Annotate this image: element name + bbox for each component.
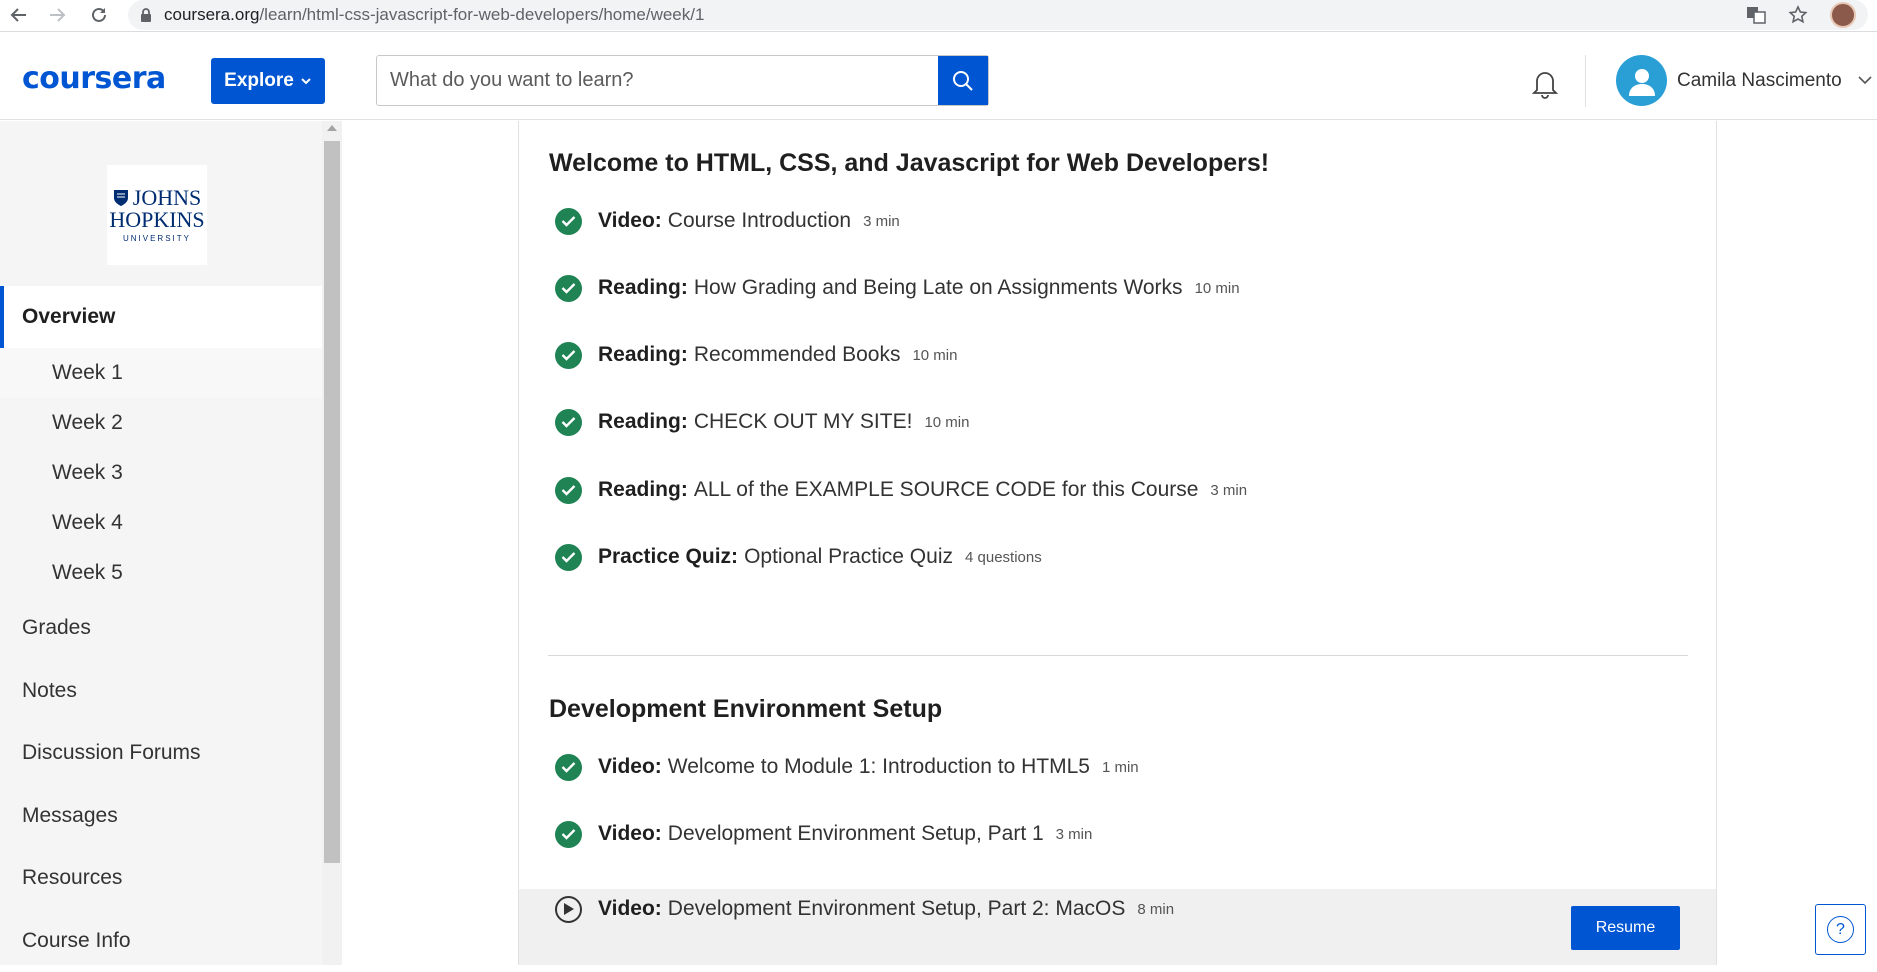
sidebar-item-week-2[interactable]: Week 2 (0, 398, 322, 448)
lesson-duration: 3 min (1055, 825, 1093, 843)
lesson-name: ALL of the EXAMPLE SOURCE CODE for this … (693, 478, 1199, 501)
address-bar[interactable]: coursera.org/learn/html-css-javascript-f… (128, 0, 1868, 30)
help-button[interactable]: ? (1815, 904, 1866, 955)
reload-icon[interactable] (82, 0, 116, 30)
browser-toolbar: coursera.org/learn/html-css-javascript-f… (0, 0, 1877, 32)
lesson-type: Video: (598, 822, 662, 845)
play-icon (555, 895, 582, 923)
lesson-item[interactable]: Reading: Recommended Books 10 min (555, 335, 957, 375)
lesson-type: Reading: (598, 478, 688, 501)
lock-icon (141, 8, 151, 22)
search-input[interactable] (377, 56, 938, 105)
jhu-line3: UNIVERSITY (122, 234, 191, 243)
lesson-type: Reading: (598, 343, 688, 366)
lesson-item-current[interactable]: Video: Development Environment Setup, Pa… (555, 889, 1174, 929)
coursera-logo[interactable]: coursera (22, 61, 166, 96)
lesson-item[interactable]: Reading: ALL of the EXAMPLE SOURCE CODE … (555, 470, 1247, 510)
lesson-name: Course Introduction (667, 209, 852, 232)
forward-arrow-icon[interactable] (40, 0, 74, 30)
header-divider (1585, 55, 1586, 107)
user-avatar (1616, 55, 1667, 106)
lesson-type: Video: (598, 209, 662, 232)
browser-profile-avatar[interactable] (1830, 2, 1856, 28)
lesson-item[interactable]: Video: Welcome to Module 1: Introduction… (555, 747, 1139, 787)
lesson-item[interactable]: Practice Quiz: Optional Practice Quiz 4 … (555, 537, 1042, 577)
lesson-item[interactable]: Reading: How Grading and Being Late on A… (555, 268, 1240, 308)
lesson-name: Optional Practice Quiz (744, 545, 953, 568)
lesson-type: Reading: (598, 276, 688, 299)
sidebar-item-messages[interactable]: Messages (0, 785, 322, 847)
lesson-name: CHECK OUT MY SITE! (693, 410, 913, 433)
sidebar-item-overview[interactable]: Overview (0, 286, 322, 348)
sidebar-item-week-1[interactable]: Week 1 (0, 348, 322, 398)
lesson-item[interactable]: Video: Course Introduction 3 min (555, 201, 900, 241)
completed-check-icon (555, 543, 582, 571)
search-button[interactable] (938, 56, 988, 105)
lesson-duration: 4 questions (965, 548, 1042, 566)
lesson-duration: 10 min (912, 346, 958, 364)
lesson-duration: 1 min (1101, 758, 1139, 776)
completed-check-icon (555, 820, 582, 848)
jhu-line1: JOHNS (132, 185, 202, 210)
chevron-down-icon (301, 78, 311, 85)
completed-check-icon (555, 753, 582, 781)
sidebar-item-week-3[interactable]: Week 3 (0, 448, 322, 498)
search-icon (953, 70, 973, 91)
resume-button[interactable]: Resume (1571, 906, 1680, 950)
scroll-up-arrow-icon[interactable] (327, 125, 337, 131)
completed-check-icon (555, 274, 582, 302)
person-icon (1628, 68, 1655, 96)
johns-hopkins-logo[interactable]: JOHNS HOPKINS UNIVERSITY (107, 165, 207, 265)
jhu-shield-icon (113, 190, 128, 206)
course-sidebar: JOHNS HOPKINS UNIVERSITY Overview Week 1… (0, 121, 322, 965)
chevron-down-icon (1858, 76, 1872, 85)
sidebar-item-grades[interactable]: Grades (0, 597, 322, 659)
explore-label: Explore (224, 70, 294, 91)
week-content: Welcome to HTML, CSS, and Javascript for… (518, 121, 1717, 965)
sidebar-item-notes[interactable]: Notes (0, 660, 322, 722)
sidebar-scrollbar-thumb[interactable] (324, 141, 340, 863)
sidebar-item-resources[interactable]: Resources (0, 847, 322, 909)
search-box (376, 55, 989, 106)
notification-bell-icon[interactable] (1529, 67, 1561, 99)
lesson-name: Welcome to Module 1: Introduction to HTM… (667, 755, 1090, 778)
lesson-type: Video: (598, 755, 662, 778)
section-title: Development Environment Setup (549, 695, 943, 723)
lesson-duration: 10 min (1194, 279, 1240, 297)
lesson-name: Development Environment Setup, Part 2: M… (667, 897, 1126, 920)
lesson-duration: 3 min (1210, 481, 1248, 499)
user-menu[interactable]: Camila Nascimento (1616, 55, 1872, 106)
sidebar-item-discussion-forums[interactable]: Discussion Forums (0, 722, 322, 784)
user-name: Camila Nascimento (1677, 69, 1842, 91)
sidebar-item-course-info[interactable]: Course Info (0, 910, 322, 972)
sidebar-item-week-5[interactable]: Week 5 (0, 548, 322, 598)
completed-check-icon (555, 408, 582, 436)
completed-check-icon (555, 341, 582, 369)
help-question-icon: ? (1827, 916, 1854, 943)
lesson-duration: 10 min (924, 413, 970, 431)
completed-check-icon (555, 207, 582, 235)
lesson-type: Practice Quiz: (598, 545, 739, 568)
bookmark-star-icon[interactable] (1788, 5, 1808, 25)
lesson-type: Reading: (598, 410, 688, 433)
url-text: coursera.org/learn/html-css-javascript-f… (164, 5, 705, 24)
jhu-line2: HOPKINS (109, 207, 205, 232)
back-arrow-icon[interactable] (2, 0, 36, 30)
section-title: Welcome to HTML, CSS, and Javascript for… (549, 149, 1270, 177)
lesson-duration: 8 min (1137, 900, 1175, 918)
site-header: coursera Explore Camila Nascimento (0, 33, 1877, 120)
lesson-duration: 3 min (863, 212, 900, 230)
lesson-item[interactable]: Video: Development Environment Setup, Pa… (555, 814, 1092, 854)
lesson-name: Recommended Books (693, 343, 901, 366)
lesson-item[interactable]: Reading: CHECK OUT MY SITE! 10 min (555, 402, 969, 442)
explore-button[interactable]: Explore (211, 58, 325, 104)
sidebar-item-week-4[interactable]: Week 4 (0, 498, 322, 548)
section-divider (548, 655, 1688, 656)
lesson-type: Video: (598, 897, 662, 920)
lesson-name: Development Environment Setup, Part 1 (667, 822, 1044, 845)
lesson-name: How Grading and Being Late on Assignment… (693, 276, 1183, 299)
completed-check-icon (555, 476, 582, 504)
translate-icon[interactable] (1746, 5, 1766, 25)
